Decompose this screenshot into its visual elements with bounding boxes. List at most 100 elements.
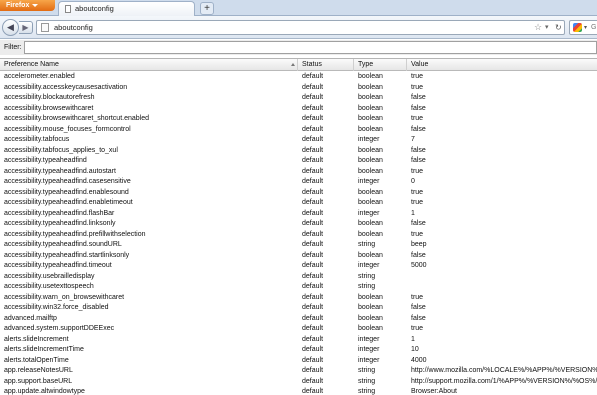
table-row[interactable]: alerts.slideIncrement default integer 1 xyxy=(0,335,597,346)
type-cell: integer xyxy=(358,356,380,364)
value-cell: false xyxy=(411,104,426,112)
table-row[interactable]: accessibility.typeaheadfind.autostart def… xyxy=(0,167,597,178)
value-cell: 0 xyxy=(411,178,415,185)
column-header-status[interactable]: Status xyxy=(298,59,354,71)
url-text[interactable]: aboutconfig xyxy=(54,23,93,33)
chevron-down-icon[interactable]: ▾ xyxy=(584,23,587,33)
reload-icon[interactable]: ↻ xyxy=(555,22,562,33)
search-bar[interactable]: ▾ G xyxy=(569,20,597,35)
type-cell: boolean xyxy=(358,314,383,322)
table-row[interactable]: accessibility.typeaheadfind.enablesound d… xyxy=(0,188,597,199)
value-cell: false xyxy=(411,94,426,101)
table-row[interactable]: accessibility.typeaheadfind.flashBar defa… xyxy=(0,209,597,220)
preference-name-cell: alerts.slideIncrement xyxy=(4,335,69,343)
preferences-table: Preference Name Status Type Value accele… xyxy=(0,58,597,395)
table-row[interactable]: accessibility.typeaheadfind.linksonly def… xyxy=(0,219,597,230)
status-cell: default xyxy=(302,314,324,322)
value-cell: true xyxy=(411,188,424,196)
preference-name-cell: accessibility.typeaheadfind.autostart xyxy=(4,167,116,175)
bookmark-star-icon[interactable]: ☆ xyxy=(534,22,542,33)
table-row[interactable]: app.support.baseURL default string http://s… xyxy=(0,377,597,388)
value-cell: false xyxy=(411,314,426,322)
firefox-menu-button[interactable]: Firefox xyxy=(0,0,55,11)
history-dropdown-icon[interactable]: ▾ xyxy=(545,22,549,33)
type-cell: integer xyxy=(358,346,380,353)
table-row[interactable]: accessibility.browsewithcaret_shortcut.e… xyxy=(0,114,597,125)
type-cell: boolean xyxy=(358,167,383,175)
status-cell: default xyxy=(302,83,324,91)
url-bar[interactable]: aboutconfig ☆ ▾ ↻ xyxy=(36,20,565,35)
filter-input[interactable] xyxy=(24,41,597,54)
new-tab-button[interactable]: + xyxy=(200,2,214,15)
preference-name-cell: advanced.mailftp xyxy=(4,314,57,322)
status-cell: default xyxy=(302,146,324,154)
table-row[interactable]: alerts.totalOpenTime default integer 4000 xyxy=(0,356,597,367)
value-cell: 7 xyxy=(411,136,415,143)
type-cell: boolean xyxy=(358,251,383,259)
table-row[interactable]: accessibility.browsewithcaret default bool… xyxy=(0,104,597,115)
status-cell: default xyxy=(302,115,324,122)
filter-row: Filter: xyxy=(0,40,597,55)
forward-button[interactable]: ▶ xyxy=(19,21,33,34)
table-row[interactable]: accessibility.tabfocus default integer 7 xyxy=(0,135,597,146)
table-row[interactable]: accessibility.win32.force_disabled defaul… xyxy=(0,303,597,314)
value-cell: false xyxy=(411,304,426,311)
value-cell: false xyxy=(411,146,426,154)
back-arrow-icon: ◀ xyxy=(7,22,14,32)
type-cell: boolean xyxy=(358,293,383,301)
table-row[interactable]: advanced.system.supportDDEExec default boo… xyxy=(0,324,597,335)
preference-name-cell: accessibility.typeaheadfind.flashBar xyxy=(4,209,115,217)
preference-name-cell: app.update.altwindowtype xyxy=(4,388,85,395)
type-cell: string xyxy=(358,241,376,248)
table-row[interactable]: accessibility.typeaheadfind.startlinkson… xyxy=(0,251,597,262)
table-row[interactable]: accessibility.warn_on_browsewithcaret def… xyxy=(0,293,597,304)
column-header-type[interactable]: Type xyxy=(354,59,407,71)
back-button[interactable]: ◀ xyxy=(2,19,19,36)
preference-name-cell: accessibility.browsewithcaret xyxy=(4,104,94,112)
status-cell: default xyxy=(302,335,324,343)
chevron-down-icon xyxy=(32,3,39,7)
column-header-preference-name[interactable]: Preference Name xyxy=(0,59,298,71)
table-row[interactable]: accessibility.mouse_focuses_formcontrol d… xyxy=(0,125,597,136)
table-row[interactable]: accessibility.blockautorefresh default boo… xyxy=(0,93,597,104)
table-row[interactable]: advanced.mailftp default boolean false xyxy=(0,314,597,325)
preference-name-cell: accessibility.tabfocus_applies_to_xul xyxy=(4,146,118,154)
table-row[interactable]: accessibility.typeaheadfind.casesensitiv… xyxy=(0,177,597,188)
type-cell: boolean xyxy=(358,94,383,101)
table-row[interactable]: accessibility.tabfocus_applies_to_xul def… xyxy=(0,146,597,157)
type-cell: boolean xyxy=(358,220,383,227)
table-row[interactable]: alerts.slideIncrementTime default integer 1… xyxy=(0,345,597,356)
value-cell: Browser:About xyxy=(411,388,457,395)
status-cell: default xyxy=(302,367,324,374)
status-cell: default xyxy=(302,251,324,259)
preference-name-cell: accessibility.typeaheadfind xyxy=(4,157,87,164)
table-row[interactable]: accessibility.typeaheadfind default boolea… xyxy=(0,156,597,167)
table-row[interactable]: accessibility.accesskeycausesactivation d… xyxy=(0,83,597,94)
preference-name-cell: accessibility.typeaheadfind.prefillwiths… xyxy=(4,230,146,238)
preference-name-cell: accessibility.browsewithcaret_shortcut.e… xyxy=(4,115,149,122)
type-cell: integer xyxy=(358,335,380,343)
table-row[interactable]: accessibility.usetexttospeech default stri… xyxy=(0,282,597,293)
type-cell: string xyxy=(358,388,376,395)
type-cell: boolean xyxy=(358,199,383,206)
table-row[interactable]: accessibility.typeaheadfind.soundURL defa… xyxy=(0,240,597,251)
tab-strip: Firefox aboutconfig + xyxy=(0,0,597,16)
type-cell: boolean xyxy=(358,83,383,91)
search-engine-icon[interactable] xyxy=(573,23,582,32)
table-row[interactable]: accessibility.usebrailledisplay default st… xyxy=(0,272,597,283)
table-row[interactable]: accessibility.typeaheadfind.timeout defau… xyxy=(0,261,597,272)
preference-name-cell: accelerometer.enabled xyxy=(4,73,75,80)
filter-label: Filter: xyxy=(4,44,22,51)
tab-aboutconfig[interactable]: aboutconfig xyxy=(58,1,195,16)
value-cell: beep xyxy=(411,241,427,248)
status-cell: default xyxy=(302,356,324,364)
status-cell: default xyxy=(302,209,324,217)
status-cell: default xyxy=(302,346,324,353)
table-row[interactable]: accessibility.typeaheadfind.enabletimeou… xyxy=(0,198,597,209)
value-cell: true xyxy=(411,83,424,91)
table-row[interactable]: accelerometer.enabled default boolean true xyxy=(0,72,597,83)
column-header-value[interactable]: Value xyxy=(407,59,597,71)
table-row[interactable]: accessibility.typeaheadfind.prefillwiths… xyxy=(0,230,597,241)
table-row[interactable]: app.update.altwindowtype default string Bro… xyxy=(0,387,597,395)
table-row[interactable]: app.releaseNotesURL default string http://w… xyxy=(0,366,597,377)
